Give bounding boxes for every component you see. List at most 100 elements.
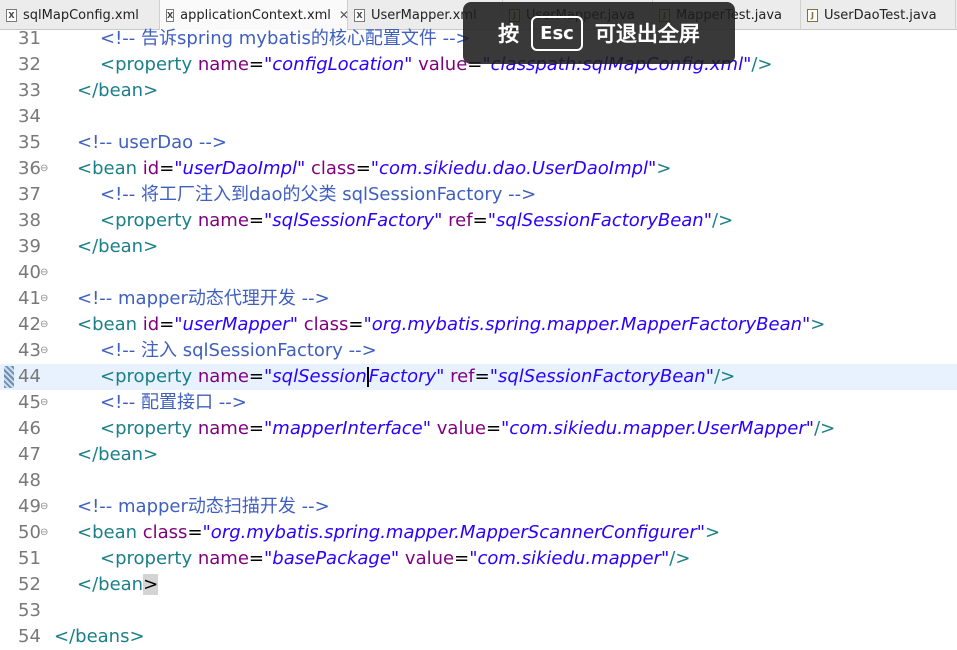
code-token: = — [248, 366, 264, 387]
code-token: value — [412, 54, 468, 75]
code-line[interactable]: 41 ⊖ <!-- mapper动态代理开发 --> — [0, 286, 957, 312]
code-token: </bean> — [77, 80, 159, 101]
code-text: <property name="sqlSessionFactory" ref="… — [100, 364, 735, 390]
code-token: = — [472, 210, 488, 231]
code-line[interactable]: 50 ⊖ <bean class="org.mybatis.spring.mappe… — [0, 520, 957, 546]
code-token: "userDaoImpl" — [174, 158, 306, 179]
fold-toggle-icon[interactable]: ⊖ — [40, 338, 48, 364]
code-editor[interactable]: 31 <!-- 告诉spring mybatis的核心配置文件 --> 32 <pro… — [0, 28, 957, 647]
code-token: = — [248, 418, 264, 439]
code-token: = — [348, 314, 364, 335]
code-token: > — [705, 522, 721, 543]
code-token: <property — [100, 210, 198, 231]
line-number: 32 — [18, 54, 41, 75]
code-line[interactable]: 53 — [0, 598, 957, 624]
line-number: 33 — [18, 80, 41, 101]
code-token: "com.sikiedu.mapper" — [469, 548, 670, 569]
fold-toggle-icon[interactable]: ⊖ — [40, 286, 48, 312]
code-line[interactable]: 35 <!-- userDao --> — [0, 130, 957, 156]
code-line[interactable]: 38 <property name="sqlSessionFactory" ref… — [0, 208, 957, 234]
code-line[interactable]: 48 — [0, 468, 957, 494]
fold-toggle-icon[interactable]: ⊖ — [40, 494, 48, 520]
line-number: 31 — [18, 28, 41, 49]
code-token: /> — [751, 54, 773, 75]
code-token: <property — [100, 548, 198, 569]
code-token: = — [454, 548, 470, 569]
code-text: <bean id="userDaoImpl" class="com.sikied… — [77, 156, 671, 182]
code-line[interactable]: 45 ⊖ <!-- 配置接口 --> — [0, 390, 957, 416]
code-token: <bean — [77, 158, 143, 179]
code-token: /> — [712, 210, 734, 231]
line-number: 43 — [18, 340, 41, 361]
tab-label: applicationContext.xml — [180, 7, 331, 23]
code-line[interactable]: 37 <!-- 将工厂注入到dao的父类 sqlSessionFactory --… — [0, 182, 957, 208]
current-code-line[interactable]: 44 <property name="sqlSession Factory" ref… — [0, 364, 957, 390]
code-token: Factory" — [368, 366, 445, 387]
line-number: 36 — [18, 158, 41, 179]
code-token: value — [399, 548, 455, 569]
fold-toggle-icon[interactable]: ⊖ — [40, 312, 48, 338]
code-line[interactable]: 40 ⊖ — [0, 260, 957, 286]
code-token: </bean> — [77, 444, 159, 465]
code-line[interactable]: 36 ⊖ <bean id="userDaoImpl" class="com.sik… — [0, 156, 957, 182]
code-token: = — [485, 418, 502, 439]
code-token: ref — [442, 210, 473, 231]
code-token: "basePackage" — [264, 548, 400, 569]
code-line[interactable]: 54 </beans> — [0, 624, 957, 650]
fold-toggle-icon[interactable]: ⊖ — [40, 520, 48, 546]
code-token: name — [197, 54, 249, 75]
code-text: </bean> — [77, 572, 159, 598]
line-number: 40 — [18, 262, 41, 283]
code-line[interactable]: 42 ⊖ <bean id="userMapper" class="org.myba… — [0, 312, 957, 338]
line-number: 47 — [18, 444, 41, 465]
code-token: ref — [444, 366, 475, 387]
fold-toggle-icon[interactable]: ⊖ — [40, 156, 48, 182]
code-token: = — [248, 54, 264, 75]
xml-file-icon: X — [166, 8, 175, 22]
code-token: <!-- 配置接口 --> — [100, 392, 247, 413]
code-token: "configLocation" — [264, 54, 413, 75]
code-token: id — [142, 314, 160, 335]
code-line[interactable]: 47 </bean> — [0, 442, 957, 468]
code-token: name — [197, 418, 249, 439]
code-token: = — [187, 522, 203, 543]
code-token: id — [142, 158, 160, 179]
hint-prefix: 按 — [498, 22, 520, 46]
code-line[interactable]: 46 <property name="mapperInterface" value… — [0, 416, 957, 442]
line-number: 44 — [18, 366, 41, 387]
code-line[interactable]: 39 </bean> — [0, 234, 957, 260]
code-token: <!-- 注入 sqlSessionFactory --> — [100, 340, 377, 361]
code-token: class — [298, 314, 349, 335]
line-number: 37 — [18, 184, 41, 205]
code-token: <bean — [77, 522, 143, 543]
code-token: <!-- mapper动态代理开发 --> — [77, 288, 330, 309]
fold-toggle-icon[interactable]: ⊖ — [40, 260, 48, 286]
code-line[interactable]: 49 ⊖ <!-- mapper动态扫描开发 --> — [0, 494, 957, 520]
code-token: > — [656, 158, 672, 179]
code-line[interactable]: 33 </bean> — [0, 78, 957, 104]
java-file-icon: J — [807, 8, 818, 22]
code-token: > — [143, 574, 159, 595]
xml-file-icon: X — [6, 8, 17, 22]
code-token: </bean> — [77, 236, 159, 257]
code-text: <!-- userDao --> — [77, 130, 227, 156]
code-token: "sqlSessionFactory" — [264, 210, 443, 231]
code-token: class — [305, 158, 356, 179]
code-line[interactable]: 34 — [0, 104, 957, 130]
code-token: "com.sikiedu.dao.UserDaoImpl" — [370, 158, 657, 179]
code-token: = — [248, 210, 264, 231]
code-text: <bean class="org.mybatis.spring.mapper.M… — [77, 520, 720, 546]
code-token: <!-- userDao --> — [77, 132, 227, 153]
fold-toggle-icon[interactable]: ⊖ — [40, 390, 48, 416]
change-marker-icon — [4, 366, 14, 388]
code-line[interactable]: 52 </bean> — [0, 572, 957, 598]
code-token: /> — [714, 366, 736, 387]
tab-label: UserMapper.xml — [371, 7, 477, 23]
line-number: 38 — [18, 210, 41, 231]
code-token: class — [142, 522, 188, 543]
code-token: /> — [669, 548, 691, 569]
code-line[interactable]: 51 <property name="basePackage" value="co… — [0, 546, 957, 572]
code-line[interactable]: 43 ⊖ <!-- 注入 sqlSessionFactory --> — [0, 338, 957, 364]
code-text: <bean id="userMapper" class="org.mybatis… — [77, 312, 825, 338]
line-number: 39 — [18, 236, 41, 257]
